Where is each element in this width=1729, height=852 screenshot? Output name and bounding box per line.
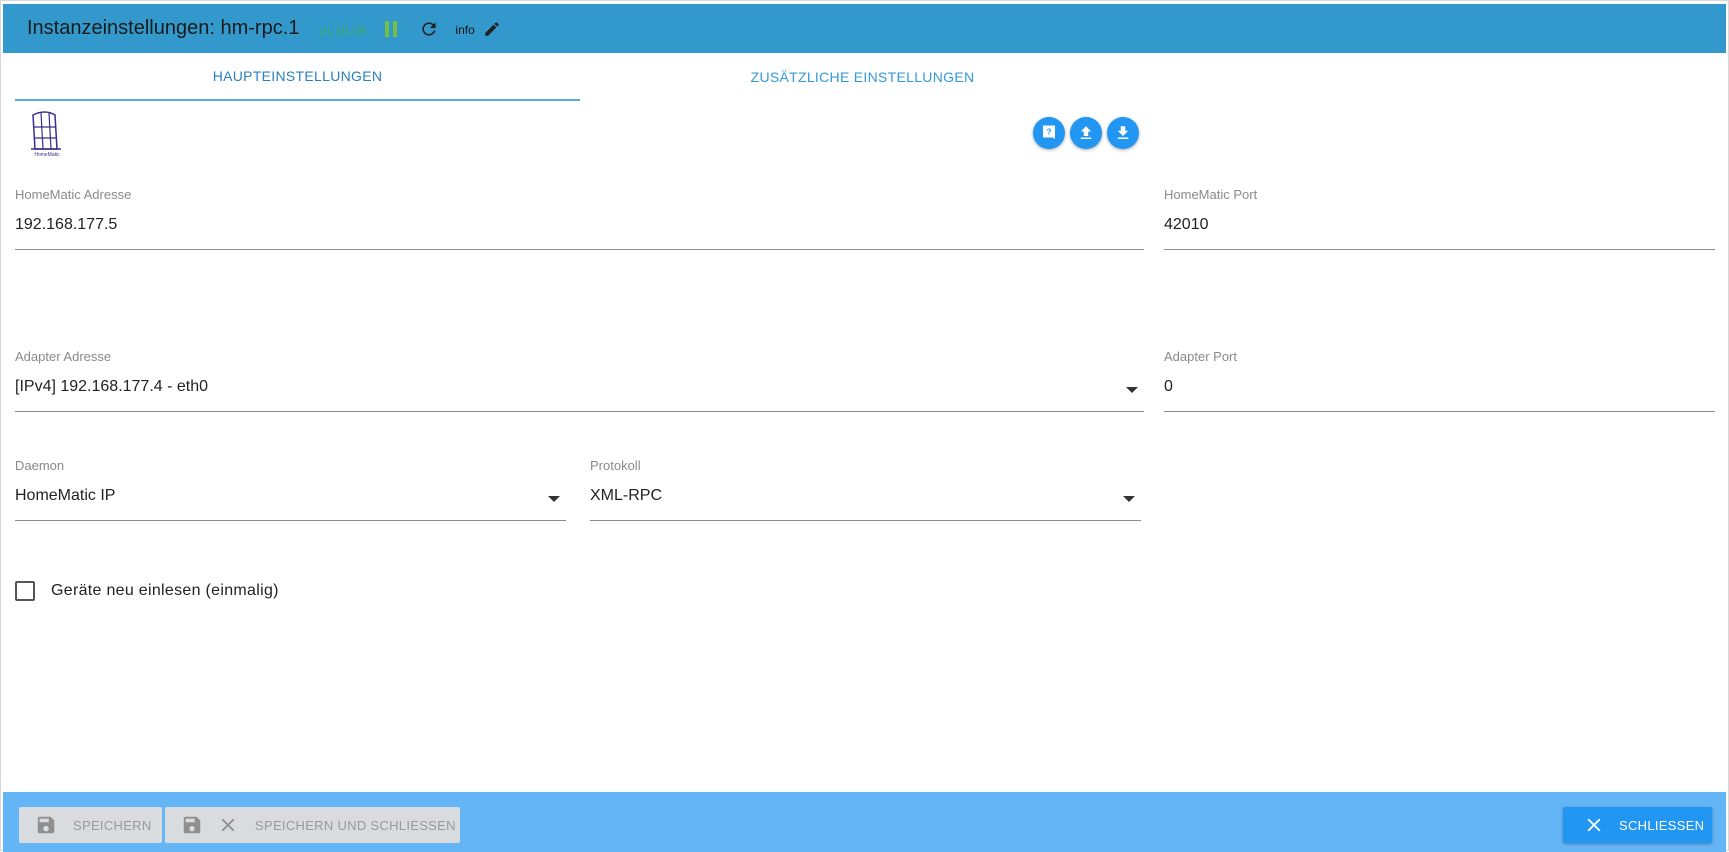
chevron-down-icon[interactable] — [1126, 387, 1138, 393]
version-label: v1.15.19 — [319, 23, 366, 38]
protocol-select[interactable]: Protokoll XML-RPC — [590, 458, 1141, 521]
daemon-select[interactable]: Daemon HomeMatic IP — [15, 458, 566, 521]
homematic-port-field[interactable]: HomeMatic Port 42010 — [1164, 187, 1715, 250]
underline — [15, 249, 1144, 250]
adapter-port-label: Adapter Port — [1164, 349, 1237, 364]
floppy-disk-icon — [183, 816, 201, 834]
edit-icon[interactable] — [483, 20, 501, 38]
download-button[interactable] — [1107, 117, 1139, 149]
reread-devices-label: Geräte neu einlesen (einmalig) — [51, 582, 279, 599]
daemon-label: Daemon — [15, 458, 65, 473]
underline — [590, 520, 1141, 521]
close-button[interactable]: SCHLIESSEN — [1563, 807, 1712, 843]
config-actions: ? — [1033, 117, 1139, 149]
homematic-port-input[interactable]: 42010 — [1164, 216, 1715, 234]
close-icon — [1587, 818, 1601, 832]
homematic-address-field[interactable]: HomeMatic Adresse 192.168.177.5 — [15, 187, 1144, 250]
reread-devices-checkbox[interactable] — [15, 581, 35, 601]
homematic-logo: HomeMatic — [31, 111, 61, 158]
underline — [1164, 411, 1715, 412]
dialog-footer: SPEICHERN SPEICHERN UND SCHLIESSEN SCHLI… — [3, 792, 1726, 852]
help-button[interactable]: ? — [1033, 117, 1065, 149]
help-icon: ? — [1043, 125, 1055, 139]
adapter-address-select[interactable]: Adapter Adresse [IPv4] 192.168.177.4 - e… — [15, 349, 1144, 412]
protocol-label: Protokoll — [590, 458, 641, 473]
save-and-close-label: SPEICHERN UND SCHLIESSEN — [255, 817, 456, 833]
close-icon — [221, 818, 235, 832]
adapter-address-label: Adapter Adresse — [15, 349, 112, 364]
chevron-down-icon[interactable] — [548, 496, 560, 502]
underline — [15, 520, 566, 521]
tab-main-settings[interactable]: HAUPTEINSTELLUNGEN — [15, 53, 580, 101]
homematic-port-label: HomeMatic Port — [1164, 187, 1258, 202]
pause-icon[interactable] — [385, 20, 399, 37]
instance-settings-dialog: Instanzeinstellungen: hm-rpc.1 v1.15.19 … — [0, 0, 1729, 852]
save-button[interactable]: SPEICHERN — [19, 807, 162, 843]
settings-tabs: HAUPTEINSTELLUNGEN ZUSÄTZLICHE EINSTELLU… — [15, 53, 1145, 101]
save-and-close-button[interactable]: SPEICHERN UND SCHLIESSEN — [165, 807, 460, 843]
daemon-value[interactable]: HomeMatic IP — [15, 487, 566, 505]
info-label: info — [455, 22, 475, 37]
adapter-port-field[interactable]: Adapter Port 0 — [1164, 349, 1715, 412]
reread-devices-option: Geräte neu einlesen (einmalig) — [15, 581, 279, 601]
underline — [1164, 249, 1715, 250]
homematic-address-input[interactable]: 192.168.177.5 — [15, 216, 1144, 234]
dialog-title: Instanzeinstellungen: hm-rpc.1 — [27, 17, 300, 39]
underline — [15, 411, 1144, 412]
protocol-value[interactable]: XML-RPC — [590, 487, 1141, 505]
svg-text:?: ? — [1046, 128, 1051, 137]
dialog-title-bar: Instanzeinstellungen: hm-rpc.1 v1.15.19 … — [3, 4, 1726, 53]
tab-additional-settings[interactable]: ZUSÄTZLICHE EINSTELLUNGEN — [580, 53, 1145, 101]
upload-button[interactable] — [1070, 117, 1102, 149]
floppy-disk-icon — [37, 816, 55, 834]
download-icon — [1117, 126, 1129, 139]
adapter-port-input[interactable]: 0 — [1164, 378, 1715, 396]
homematic-address-label: HomeMatic Adresse — [15, 187, 132, 202]
save-label: SPEICHERN — [73, 817, 152, 833]
upload-icon — [1080, 126, 1092, 139]
logo-text: HomeMatic — [34, 152, 60, 158]
adapter-address-value[interactable]: [IPv4] 192.168.177.4 - eth0 — [15, 378, 1144, 396]
reload-icon[interactable] — [419, 19, 439, 39]
chevron-down-icon[interactable] — [1123, 496, 1135, 502]
close-label: SCHLIESSEN — [1619, 817, 1705, 833]
